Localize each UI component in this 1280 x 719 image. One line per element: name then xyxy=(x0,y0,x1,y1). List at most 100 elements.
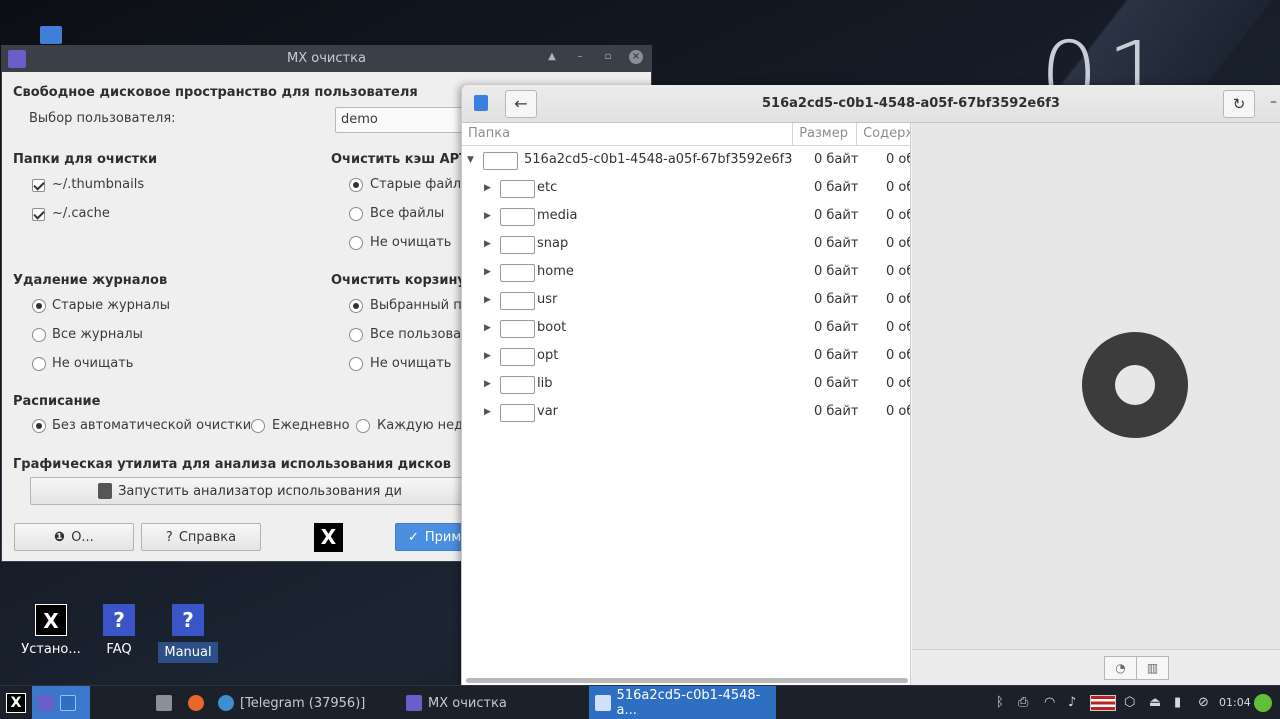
expand-right-icon[interactable]: ▶ xyxy=(484,407,491,417)
expand-right-icon[interactable]: ▶ xyxy=(484,239,491,249)
folder-icon[interactable] xyxy=(40,26,62,44)
folder-icon xyxy=(500,236,535,254)
desktop-icon-installer[interactable]: X Устано... xyxy=(20,604,82,657)
folder-contents: 0 об xyxy=(886,236,910,251)
tree-row[interactable]: ▶ snap 0 байт 0 об xyxy=(462,231,911,259)
close-icon[interactable]: × xyxy=(629,50,643,64)
expand-right-icon[interactable]: ▶ xyxy=(484,295,491,305)
expand-right-icon[interactable]: ▶ xyxy=(484,379,491,389)
updater-icon[interactable] xyxy=(1254,694,1272,712)
clock[interactable]: 01:04 xyxy=(1219,696,1251,709)
clipboard-icon[interactable]: ▮ xyxy=(1174,695,1181,710)
schedule-weekly-radio[interactable] xyxy=(356,419,370,433)
user-select-label: Выбор пользователя: xyxy=(29,111,176,126)
expand-right-icon[interactable]: ▶ xyxy=(484,323,491,333)
desktop-icon-manual[interactable]: ? Manual xyxy=(158,604,218,663)
wifi-icon[interactable]: ◠ xyxy=(1044,695,1055,710)
column-contents[interactable]: Содерж xyxy=(857,123,910,145)
tree-row[interactable]: ▶ etc 0 байт 0 об xyxy=(462,175,911,203)
installer-label: Устано... xyxy=(21,642,81,657)
folder-contents: 0 об xyxy=(886,404,910,419)
help-button[interactable]: ? Справка xyxy=(141,523,261,551)
mx-logo-icon: X xyxy=(6,693,26,713)
user-select[interactable]: demo xyxy=(335,107,465,133)
start-menu-button[interactable]: X xyxy=(0,686,32,719)
logs-old-label: Старые журналы xyxy=(52,298,170,313)
run-analyzer-button[interactable]: Запустить анализатор использования ди xyxy=(30,477,470,505)
analyzer-heading: Графическая утилита для анализа использо… xyxy=(13,457,451,472)
column-size[interactable]: Размер xyxy=(793,123,858,145)
about-button[interactable]: ❶ О... xyxy=(14,523,134,551)
maximize-icon[interactable]: ▫ xyxy=(601,50,615,64)
firefox-launcher[interactable] xyxy=(182,686,212,719)
workspace-switcher[interactable] xyxy=(32,686,90,719)
menu-icon[interactable]: – xyxy=(1270,94,1277,110)
task-telegram[interactable]: [Telegram (37956)] xyxy=(212,686,398,719)
desktop-icon-faq[interactable]: ? FAQ xyxy=(96,604,142,657)
tree-row[interactable]: ▶ home 0 байт 0 об xyxy=(462,259,911,287)
expand-right-icon[interactable]: ▶ xyxy=(484,183,491,193)
apt-all-radio[interactable] xyxy=(349,207,363,221)
shade-icon[interactable]: ▲ xyxy=(545,50,559,64)
trash-selected-radio[interactable] xyxy=(349,299,363,313)
schedule-daily-radio[interactable] xyxy=(251,419,265,433)
column-headers: Папка Размер Содерж xyxy=(462,123,910,146)
logs-all-radio[interactable] xyxy=(32,328,46,342)
folder-name: etc xyxy=(537,180,558,195)
about-label: О... xyxy=(71,529,94,545)
task-disk-usage[interactable]: 516a2cd5-c0b1-4548-a... xyxy=(589,686,776,719)
back-button[interactable]: ← xyxy=(505,90,537,118)
tree-row[interactable]: ▶ opt 0 байт 0 об xyxy=(462,343,911,371)
schedule-none-radio[interactable] xyxy=(32,419,46,433)
treemap-chart-button[interactable]: ▥ xyxy=(1136,656,1169,680)
header-bar[interactable]: ← 516a2cd5-c0b1-4548-a05f-67bf3592e6f3 ↻… xyxy=(462,85,1280,123)
tree-row[interactable]: ▶ boot 0 байт 0 об xyxy=(462,315,911,343)
logs-none-radio[interactable] xyxy=(32,357,46,371)
trash-all-radio[interactable] xyxy=(349,328,363,342)
expand-down-icon[interactable]: ▼ xyxy=(467,155,474,165)
file-manager-launcher[interactable] xyxy=(150,686,180,719)
keyboard-layout-flag-icon[interactable] xyxy=(1090,695,1116,711)
cache-checkbox[interactable] xyxy=(32,208,45,221)
trash-none-radio[interactable] xyxy=(349,357,363,371)
logs-old-radio[interactable] xyxy=(32,299,46,313)
bluetooth-icon[interactable]: ᛒ xyxy=(996,695,1004,710)
task-mx-cleanup[interactable]: MX очистка xyxy=(400,686,586,719)
folder-size: 0 байт xyxy=(814,348,859,363)
folder-icon xyxy=(500,404,535,422)
volume-icon[interactable]: ♪ xyxy=(1068,695,1076,710)
expand-right-icon[interactable]: ▶ xyxy=(484,351,491,361)
column-folder[interactable]: Папка xyxy=(462,123,794,145)
folder-name: home xyxy=(537,264,574,279)
tree-row[interactable]: ▶ var 0 байт 0 об xyxy=(462,399,911,427)
apt-all-label: Все файлы xyxy=(370,206,445,221)
expand-right-icon[interactable]: ▶ xyxy=(484,211,491,221)
package-icon[interactable]: ⬡ xyxy=(1124,695,1135,710)
tree-row[interactable]: ▶ usr 0 байт 0 об xyxy=(462,287,911,315)
folder-tree[interactable]: Папка Размер Содерж ▼ 516a2cd5-c0b1-4548-… xyxy=(462,123,911,685)
eject-icon[interactable]: ⏏ xyxy=(1149,695,1161,710)
folder-icon xyxy=(500,208,535,226)
folder-name: opt xyxy=(537,348,559,363)
ring-chart-button[interactable]: ◔ xyxy=(1104,656,1137,680)
minimize-icon[interactable]: – xyxy=(573,50,587,64)
paperclip-icon[interactable]: ⊘ xyxy=(1198,695,1209,710)
file-manager-icon xyxy=(156,695,172,711)
ring-chart[interactable] xyxy=(1082,332,1188,438)
reload-button[interactable]: ↻ xyxy=(1223,90,1255,118)
apt-none-radio[interactable] xyxy=(349,236,363,250)
folder-size: 0 байт xyxy=(814,376,859,391)
free-space-heading: Свободное дисковое пространство для поль… xyxy=(13,85,418,100)
expand-right-icon[interactable]: ▶ xyxy=(484,267,491,277)
tree-row-root[interactable]: ▼ 516a2cd5-c0b1-4548-a05f-67bf3592e6f3 0 б… xyxy=(462,147,911,175)
tree-row[interactable]: ▶ media 0 байт 0 об xyxy=(462,203,911,231)
workspace-window-icon xyxy=(60,695,76,711)
folder-contents: 0 об xyxy=(886,208,910,223)
printer-icon[interactable]: ⎙ xyxy=(1018,695,1028,710)
tree-row[interactable]: ▶ lib 0 байт 0 об xyxy=(462,371,911,399)
apt-old-radio[interactable] xyxy=(349,178,363,192)
folder-name: usr xyxy=(537,292,558,307)
horizontal-scrollbar[interactable] xyxy=(466,678,908,683)
title-bar[interactable]: MX очистка ▲ – ▫ × xyxy=(2,46,651,72)
thumbnails-checkbox[interactable] xyxy=(32,179,45,192)
